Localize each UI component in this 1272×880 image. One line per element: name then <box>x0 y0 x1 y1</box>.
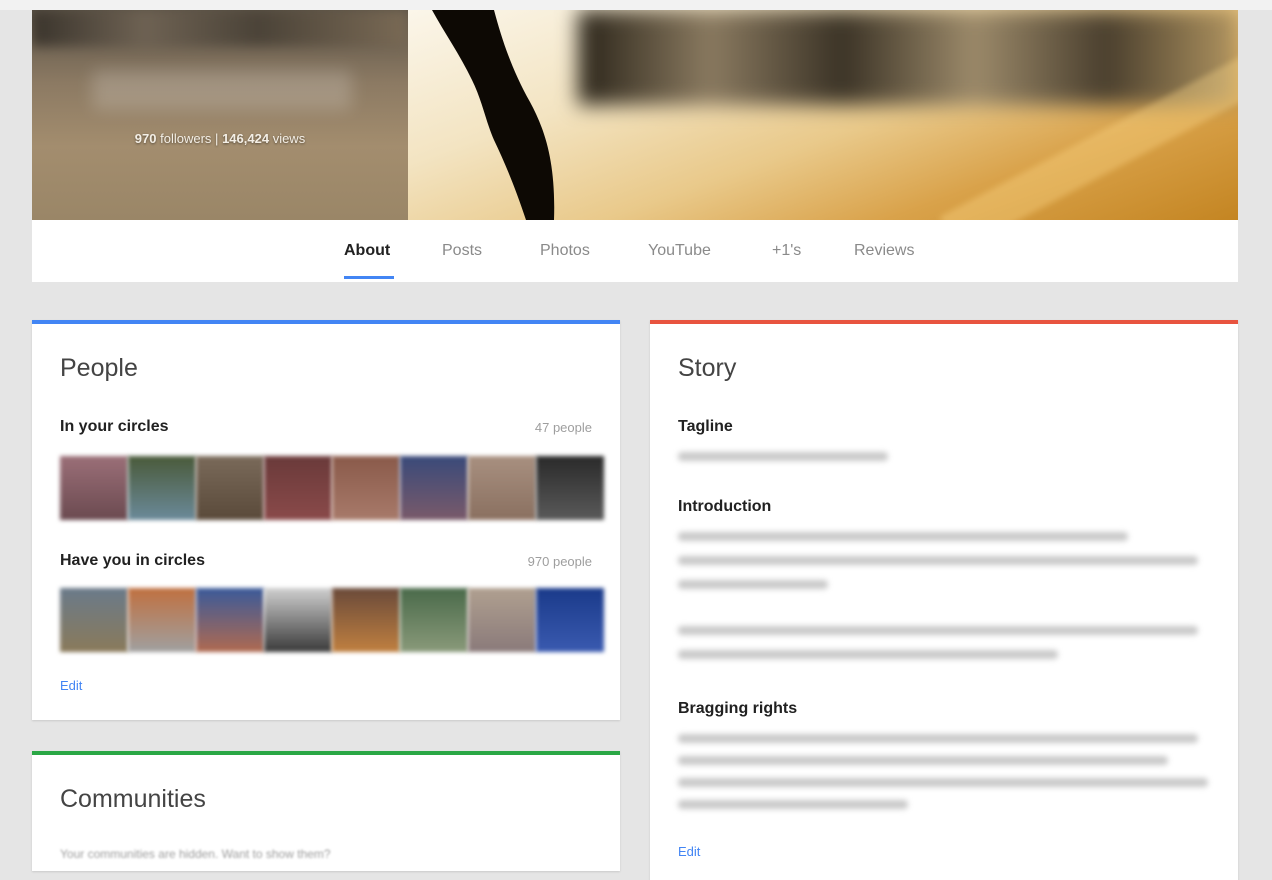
story-title: Story <box>678 354 737 382</box>
in-your-circles-count[interactable]: 47 people <box>535 420 592 435</box>
have-you-in-circles-avatars <box>60 588 604 652</box>
avatar[interactable] <box>468 456 536 520</box>
story-edit-link[interactable]: Edit <box>678 844 700 859</box>
story-card: Story Tagline Introduction Bragging righ… <box>650 320 1238 880</box>
tagline-text-blurred <box>678 452 888 461</box>
have-you-in-circles-heading: Have you in circles <box>60 552 205 569</box>
avatar[interactable] <box>128 588 196 652</box>
tab-posts[interactable]: Posts <box>442 242 482 260</box>
avatar[interactable] <box>332 588 400 652</box>
avatar[interactable] <box>536 588 604 652</box>
blurred-profile-name <box>92 70 352 110</box>
communities-hidden-note: Your communities are hidden. Want to sho… <box>60 847 331 861</box>
people-card: People In your circles 47 people Have yo… <box>32 320 620 720</box>
avatar[interactable] <box>400 588 468 652</box>
avatar[interactable] <box>332 456 400 520</box>
tab-photos[interactable]: Photos <box>540 242 590 260</box>
introduction-text-blurred <box>678 556 1198 565</box>
introduction-text-blurred <box>678 532 1128 541</box>
avatar[interactable] <box>196 456 264 520</box>
followers-count: 970 <box>134 131 157 146</box>
communities-card: Communities Your communities are hidden.… <box>32 751 620 871</box>
in-your-circles-heading: In your circles <box>60 418 169 435</box>
blurred-cover-top <box>578 10 1238 105</box>
profile-cover-left: 970 followers | 146,424 views <box>32 10 408 220</box>
active-tab-indicator <box>344 276 394 279</box>
bragging-rights-text-blurred <box>678 778 1208 787</box>
introduction-text-blurred <box>678 650 1058 659</box>
top-strip <box>0 0 1272 10</box>
avatar[interactable] <box>264 456 332 520</box>
introduction-heading: Introduction <box>678 498 772 515</box>
tagline-heading: Tagline <box>678 418 733 435</box>
views-count: 146,424 <box>222 131 270 146</box>
tab-about[interactable]: About <box>344 242 390 260</box>
avatar[interactable] <box>196 588 264 652</box>
communities-accent-bar <box>32 751 620 755</box>
avatar[interactable] <box>60 456 128 520</box>
views-label: views <box>272 131 306 146</box>
stats-separator: | <box>215 131 219 146</box>
tab-plus-ones[interactable]: +1's <box>772 242 801 260</box>
people-accent-bar <box>32 320 620 324</box>
people-edit-link[interactable]: Edit <box>60 678 82 693</box>
followers-label: followers <box>160 131 212 146</box>
blurred-header <box>32 10 408 46</box>
have-you-in-circles-count[interactable]: 970 people <box>528 554 592 569</box>
cover-photo: 970 followers | 146,424 views <box>32 10 1238 220</box>
in-your-circles-avatars <box>60 456 604 520</box>
avatar[interactable] <box>400 456 468 520</box>
introduction-text-blurred <box>678 580 828 589</box>
tab-reviews[interactable]: Reviews <box>854 242 914 260</box>
bragging-rights-text-blurred <box>678 756 1168 765</box>
bragging-rights-text-blurred <box>678 800 908 809</box>
avatar[interactable] <box>468 588 536 652</box>
people-title: People <box>60 354 138 382</box>
cover-silhouette <box>432 10 555 220</box>
introduction-text-blurred <box>678 626 1198 635</box>
bragging-rights-heading: Bragging rights <box>678 700 798 717</box>
avatar[interactable] <box>536 456 604 520</box>
bragging-rights-text-blurred <box>678 734 1198 743</box>
story-accent-bar <box>650 320 1238 324</box>
communities-title: Communities <box>60 785 206 813</box>
tab-youtube[interactable]: YouTube <box>648 242 711 260</box>
avatar[interactable] <box>60 588 128 652</box>
avatar[interactable] <box>128 456 196 520</box>
profile-tabs: About Posts Photos YouTube +1's Reviews <box>32 220 1238 282</box>
avatar[interactable] <box>264 588 332 652</box>
profile-stats: 970 followers | 146,424 views <box>32 131 408 146</box>
